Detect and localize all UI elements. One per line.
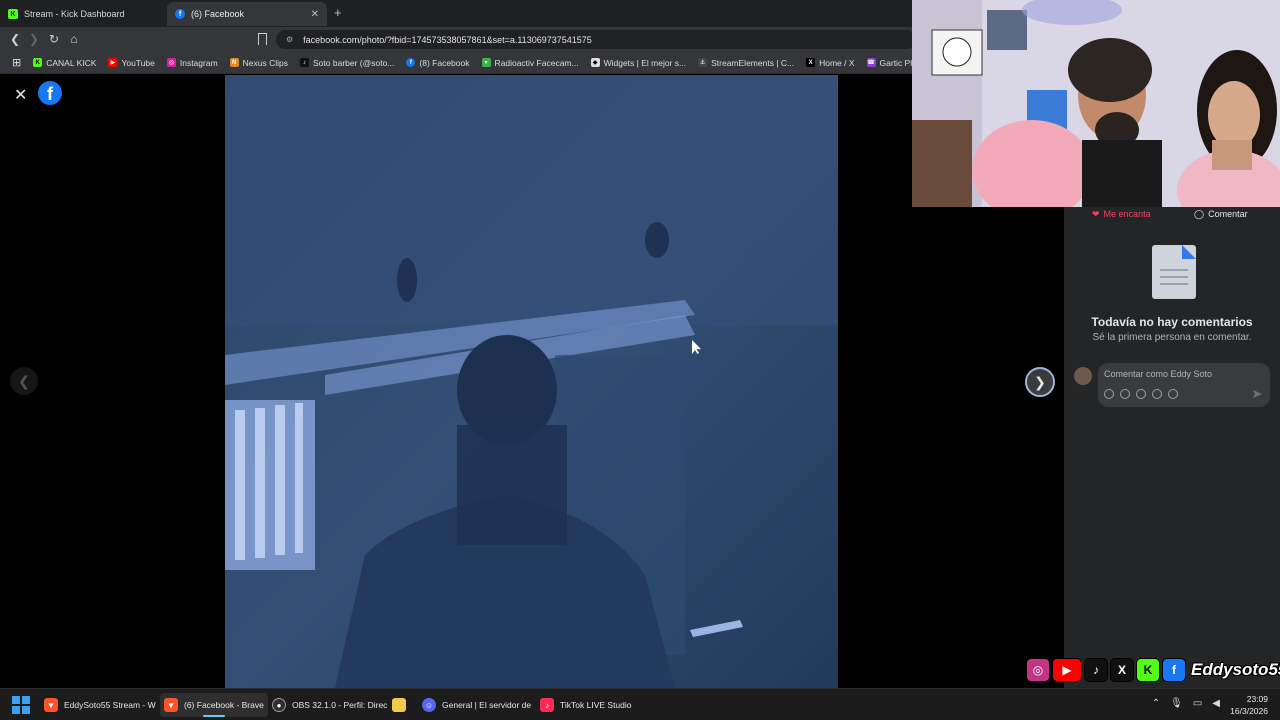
x-icon: X xyxy=(806,58,816,67)
taskbar-item-brave-stream[interactable]: ▼ EddySoto55 Stream - W xyxy=(40,693,160,717)
reload-icon[interactable]: ↻ xyxy=(47,32,61,46)
comment-button[interactable]: ◯ Comentar xyxy=(1194,209,1248,220)
url-field[interactable]: ⚙ facebook.com/photo/?fbid=1745735380578… xyxy=(276,30,916,49)
be-first-text: Sé la primera persona en comentar. xyxy=(1092,332,1252,343)
send-icon[interactable] xyxy=(1253,390,1262,398)
gif-icon[interactable] xyxy=(1152,389,1162,399)
tiktok-live-icon: ♪ xyxy=(540,698,554,712)
taskbar-clock[interactable]: 23:09 16/3/2026 xyxy=(1230,693,1268,717)
windows-start-icon[interactable] xyxy=(12,696,30,714)
love-reaction-button[interactable]: ❤ Me encanta xyxy=(1092,209,1151,220)
volume-icon[interactable]: ◀ xyxy=(1212,698,1220,709)
site-info-icon[interactable]: ⚙ xyxy=(286,35,293,44)
tiktok-icon: ♪ xyxy=(300,58,310,67)
kick-icon: K xyxy=(33,58,43,67)
bookmark-canal-kick[interactable]: K CANAL KICK xyxy=(27,58,102,68)
webcam-overlay xyxy=(912,0,1280,207)
bookmark-widgets[interactable]: ◆ Widgets | El mejor s... xyxy=(585,58,693,68)
facebook-icon: f xyxy=(175,9,185,19)
avatar-sticker-icon[interactable] xyxy=(1104,389,1114,399)
windows-taskbar: ▼ EddySoto55 Stream - W ▼ (6) Facebook -… xyxy=(0,688,1280,720)
close-icon[interactable]: ✕ xyxy=(311,9,319,20)
avatar[interactable] xyxy=(1074,367,1092,385)
taskbar-item-obs[interactable]: ● OBS 32.1.0 - Perfil: Direc xyxy=(268,693,391,717)
comment-input[interactable]: Comentar como Eddy Soto xyxy=(1098,363,1270,407)
kick-icon: K xyxy=(1136,658,1160,682)
bookmark-youtube[interactable]: ▶ YouTube xyxy=(102,58,160,68)
no-comments-title: Todavía no hay comentarios xyxy=(1091,315,1253,329)
chevron-up-icon[interactable]: ⌃ xyxy=(1152,698,1160,709)
youtube-icon: ▶ xyxy=(108,58,118,67)
bookmark-home-x[interactable]: X Home / X xyxy=(800,58,860,68)
nexus-icon: N xyxy=(229,58,239,67)
bookmark-streamelements[interactable]: ⚓ StreamElements | C... xyxy=(692,58,800,68)
sticker-icon[interactable] xyxy=(1168,389,1178,399)
discord-icon: ☺ xyxy=(422,698,436,712)
comment-icon: ◯ xyxy=(1194,208,1205,219)
document-icon xyxy=(1152,245,1196,299)
brave-icon: ▼ xyxy=(44,698,58,712)
next-photo-button[interactable]: ❯ xyxy=(1025,367,1055,397)
apps-icon[interactable]: ⊞ xyxy=(6,56,27,69)
folder-icon xyxy=(392,698,406,712)
forward-icon[interactable]: ❯ xyxy=(27,32,41,46)
brave-icon: ▼ xyxy=(164,698,178,712)
reaction-row: ❤ Me encanta ◯ Comentar xyxy=(1064,205,1280,223)
webcam-image xyxy=(912,0,1280,207)
streamelements-icon: ⚓ xyxy=(698,58,708,67)
widgets-icon: ◆ xyxy=(590,58,600,67)
heart-icon: ❤ xyxy=(1092,208,1100,219)
facebook-logo-icon[interactable]: f xyxy=(38,81,62,105)
taskbar-item-file-explorer[interactable] xyxy=(388,693,410,717)
taskbar-item-tiktok-live[interactable]: ♪ TikTok LIVE Studio xyxy=(536,693,636,717)
tab-label: Stream - Kick Dashboard xyxy=(24,9,125,19)
comment-placeholder: Comentar como Eddy Soto xyxy=(1104,369,1213,379)
facebook-icon: f xyxy=(1162,658,1186,682)
home-icon[interactable]: ⌂ xyxy=(67,32,81,46)
taskbar-item-discord[interactable]: ☺ General | El servidor de xyxy=(418,693,535,717)
photo-image xyxy=(225,75,838,688)
facebook-icon: f xyxy=(406,58,416,67)
x-icon: X xyxy=(1110,658,1134,682)
emoji-icon[interactable] xyxy=(1120,389,1130,399)
back-icon[interactable]: ❮ xyxy=(8,32,22,46)
microphone-icon[interactable]: 🎙 xyxy=(1170,698,1183,709)
social-banner: ◎ ▶ ♪ X K f Eddysoto55 xyxy=(1026,656,1280,684)
bookmark-facebook[interactable]: f (8) Facebook xyxy=(400,58,475,68)
channel-handle: Eddysoto55 xyxy=(1191,660,1280,679)
clock-date: 16/3/2026 xyxy=(1230,706,1268,716)
tab-label: (6) Facebook xyxy=(191,9,245,19)
obs-icon: ● xyxy=(272,698,286,712)
tiktok-icon: ♪ xyxy=(1084,658,1108,682)
bookmark-instagram[interactable]: ◎ Instagram xyxy=(161,58,224,68)
instagram-icon: ◎ xyxy=(1026,658,1050,682)
youtube-icon: ▶ xyxy=(1052,658,1082,682)
new-tab-button[interactable]: + xyxy=(334,5,342,20)
radioactiv-icon: ▾ xyxy=(481,58,491,67)
url-text: facebook.com/photo/?fbid=174573538057861… xyxy=(303,34,592,45)
bookmark-radioactiv[interactable]: ▾ Radioactiv Facecam... xyxy=(476,58,585,68)
kick-icon: K xyxy=(8,9,18,19)
taskbar-item-brave-facebook[interactable]: ▼ (6) Facebook - Brave xyxy=(160,693,268,717)
clock-time: 23:09 xyxy=(1246,694,1268,704)
bookmark-soto-barber[interactable]: ♪ Soto barber (@soto... xyxy=(294,58,400,68)
camera-icon[interactable] xyxy=(1136,389,1146,399)
instagram-icon: ◎ xyxy=(166,58,176,67)
network-icon[interactable]: ▭ xyxy=(1193,698,1202,709)
photo-content xyxy=(225,75,838,688)
comment-tools xyxy=(1104,389,1178,399)
system-tray: ⌃ 🎙 ▭ ◀ xyxy=(1152,698,1220,709)
bookmark-icon[interactable] xyxy=(258,33,267,45)
tab-kick-dashboard[interactable]: K Stream - Kick Dashboard xyxy=(0,2,165,26)
close-icon[interactable]: ✕ xyxy=(14,85,27,105)
tab-facebook[interactable]: f (6) Facebook ✕ xyxy=(167,2,327,26)
previous-photo-button[interactable]: ❮ xyxy=(10,367,38,395)
bookmark-nexus-clips[interactable]: N Nexus Clips xyxy=(224,58,294,68)
gartic-icon: ☎ xyxy=(866,58,876,67)
